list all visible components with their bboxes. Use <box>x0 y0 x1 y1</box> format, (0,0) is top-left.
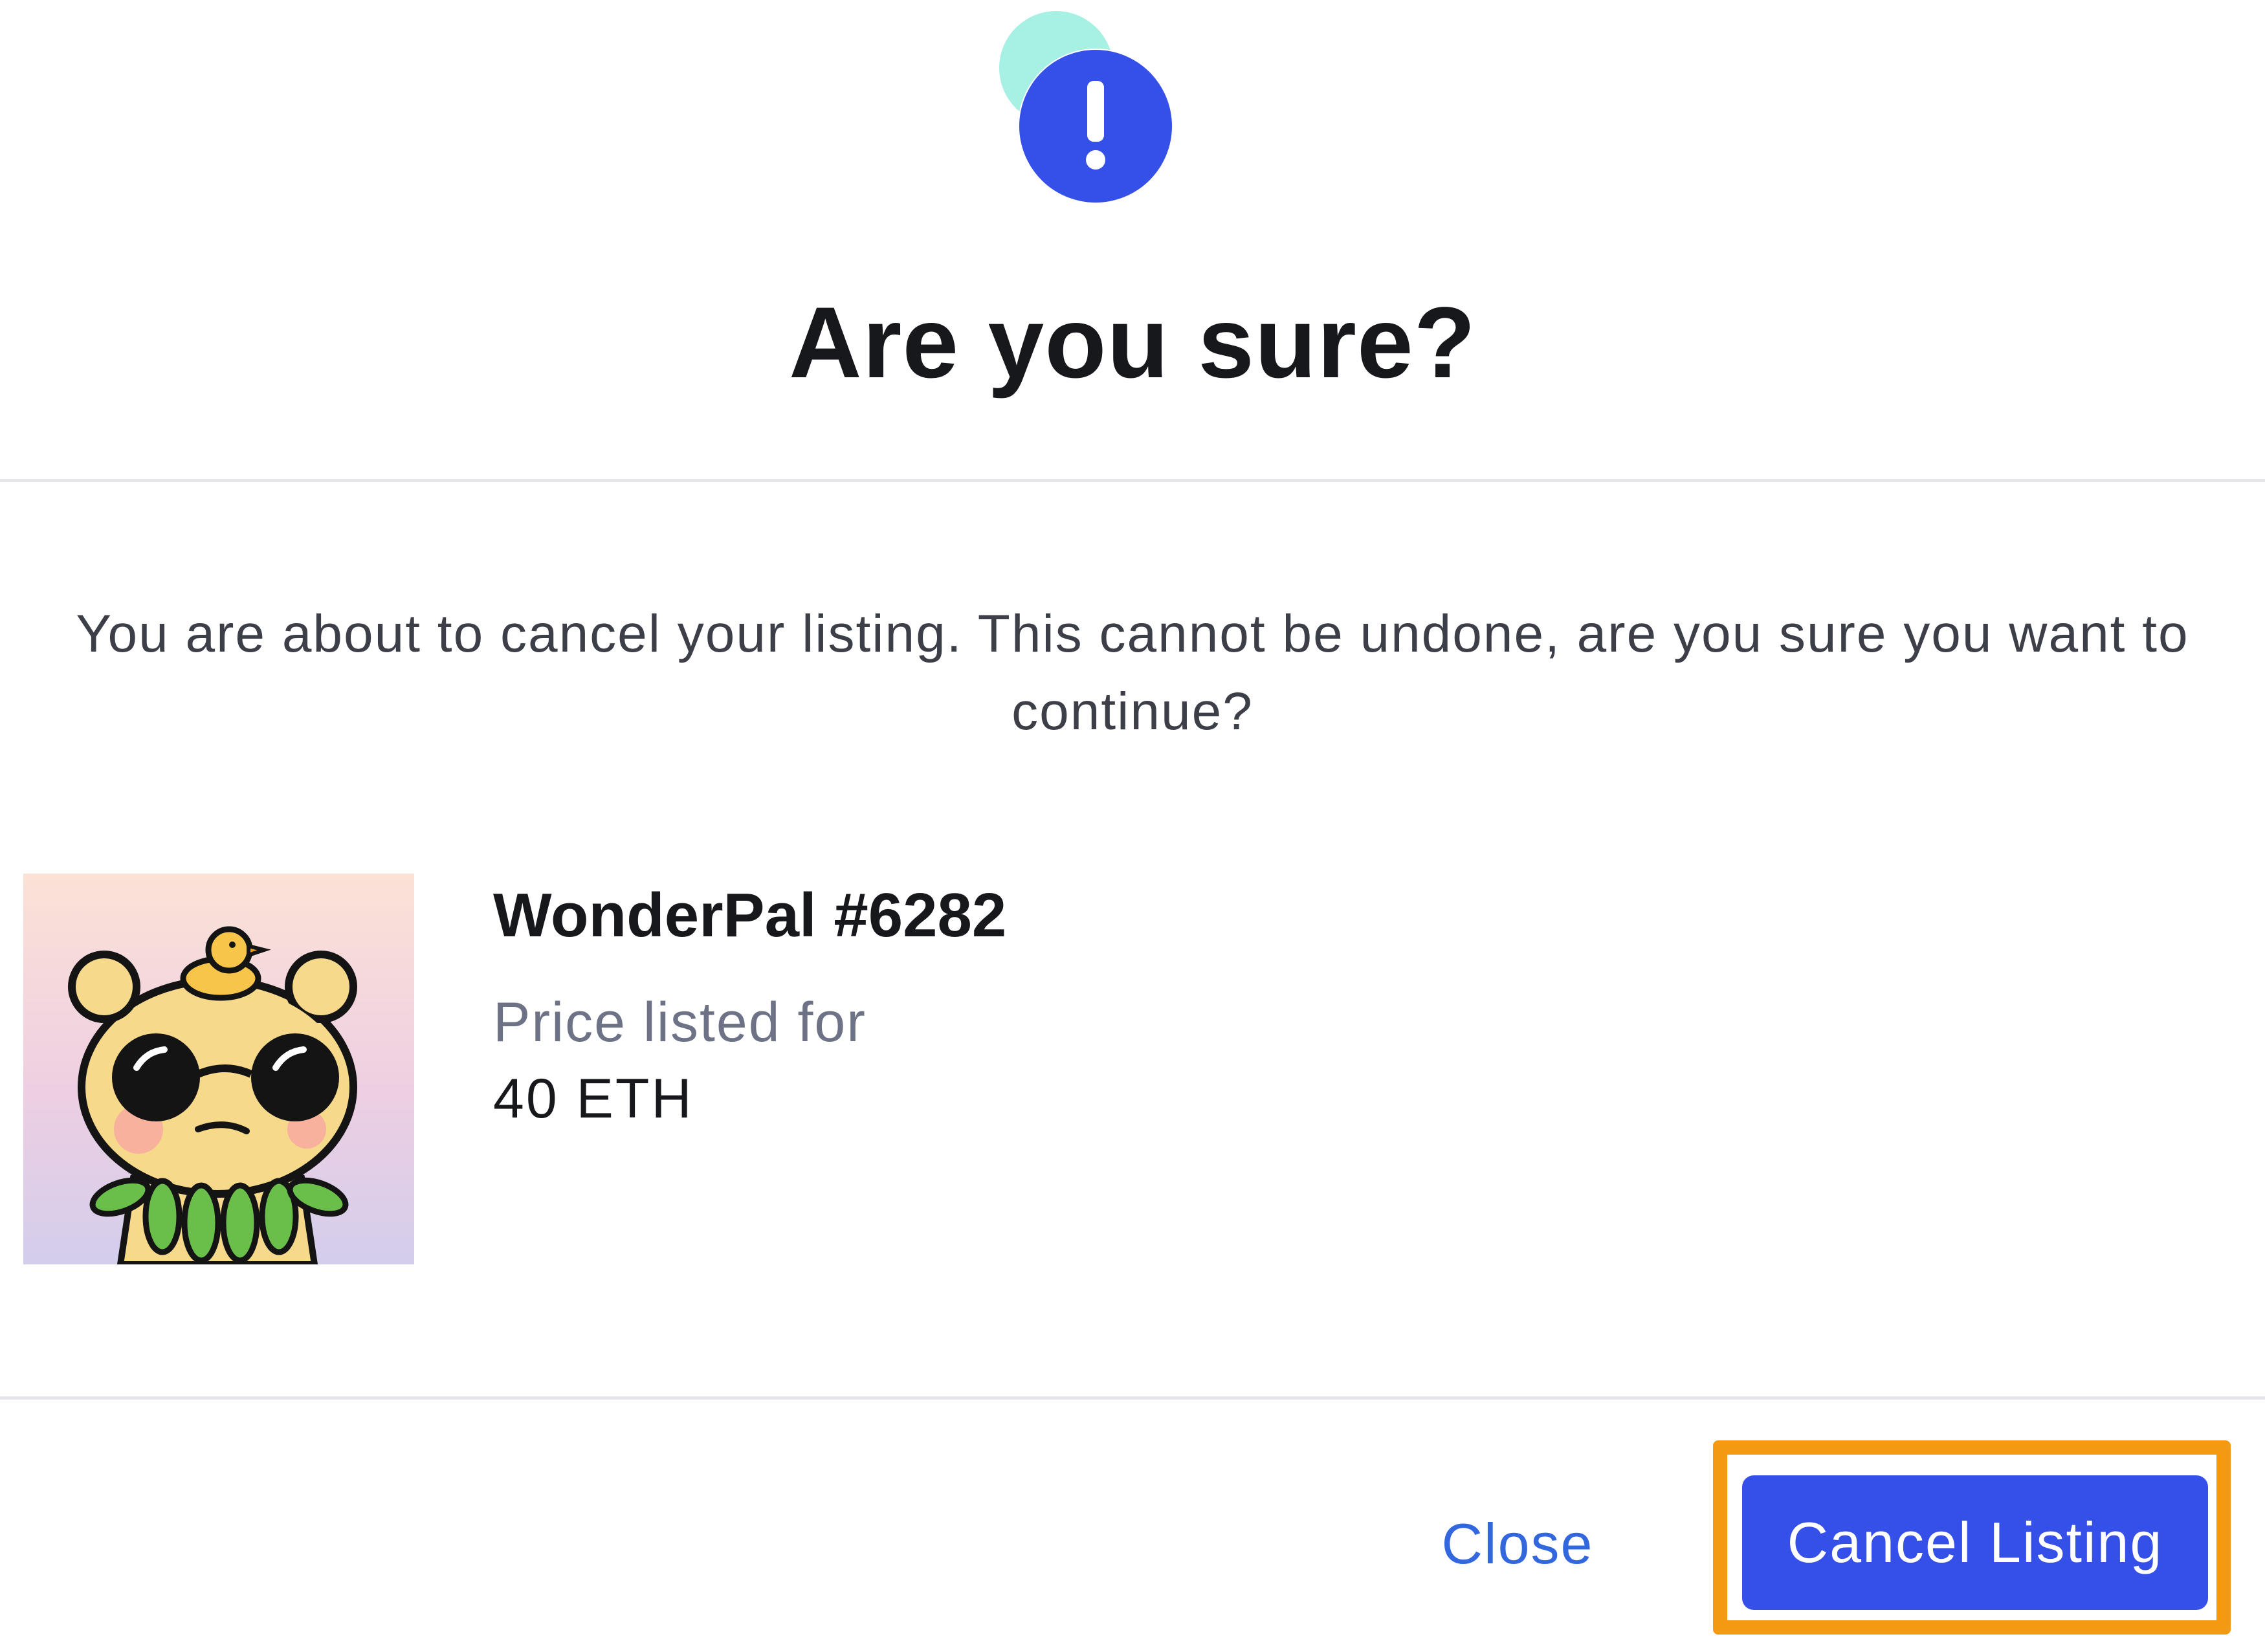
footer-divider <box>0 1396 2265 1400</box>
nft-thumbnail-image <box>23 874 414 1264</box>
dialog-title: Are you sure? <box>789 287 1476 399</box>
close-button[interactable]: Close <box>1411 1501 1624 1585</box>
price-label: Price listed for <box>493 991 867 1053</box>
price-value: 40 ETH <box>493 1068 694 1130</box>
header-divider <box>0 479 2265 482</box>
dialog-message: You are about to cancel your listing. Th… <box>76 604 2189 741</box>
cancel-listing-dialog: Are you sure? You are about to cancel yo… <box>0 0 2265 1652</box>
listing-item: WonderPal #6282 Price listed for 40 ETH <box>23 874 1576 1265</box>
cancel-listing-button[interactable]: Cancel Listing <box>1742 1475 2208 1610</box>
item-name: WonderPal #6282 <box>493 881 1007 950</box>
exclamation-icon <box>997 10 1178 204</box>
